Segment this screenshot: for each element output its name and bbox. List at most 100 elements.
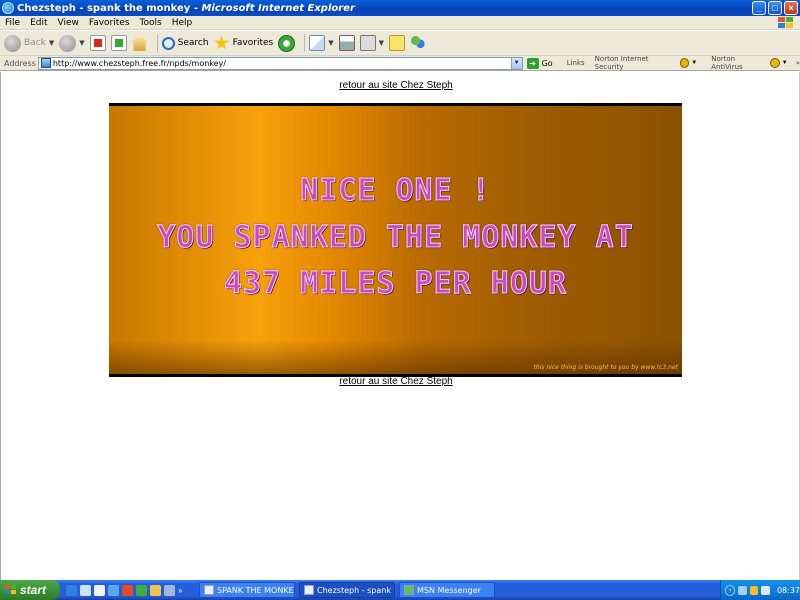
banner-line-2: YOU SPANKED THE MONKEY AT bbox=[157, 220, 634, 256]
start-label: start bbox=[20, 583, 47, 597]
menu-edit[interactable]: Edit bbox=[25, 18, 52, 28]
norton-tray-icon[interactable] bbox=[749, 585, 759, 595]
chevron-left-icon[interactable]: ‹ bbox=[725, 584, 736, 596]
refresh-icon bbox=[110, 35, 127, 51]
chevron-down-icon[interactable]: ▼ bbox=[510, 57, 522, 69]
internet-explorer-icon bbox=[2, 2, 14, 14]
mail-button[interactable]: ▼ bbox=[309, 35, 334, 51]
chevron-down-icon[interactable]: ▼ bbox=[379, 39, 384, 47]
menu-bar: File Edit View Favorites Tools Help bbox=[0, 16, 800, 30]
start-button[interactable]: start bbox=[0, 580, 60, 600]
star-icon bbox=[213, 35, 230, 50]
minimize-button[interactable]: _ bbox=[752, 1, 766, 15]
links-button[interactable]: Links bbox=[567, 59, 585, 67]
stop-button[interactable] bbox=[89, 35, 106, 51]
print-button[interactable] bbox=[338, 35, 355, 51]
windows-logo-icon bbox=[778, 17, 794, 29]
banner-background: NICE ONE ! YOU SPANKED THE MONKEY AT 437… bbox=[109, 106, 682, 374]
discuss-button[interactable] bbox=[389, 35, 405, 51]
window-titlebar[interactable]: Chezsteph - spank the monkey - Microsoft… bbox=[0, 0, 800, 16]
banner-credit: this nice thing is brought to you by www… bbox=[533, 364, 678, 371]
taskbar: start » SPANK THE MONKEY ... Chezsteph -… bbox=[0, 580, 800, 600]
ie-quicklaunch-icon[interactable] bbox=[66, 584, 77, 596]
back-arrow-icon bbox=[4, 34, 21, 52]
volume-tray-icon[interactable] bbox=[761, 585, 770, 595]
history-button[interactable] bbox=[278, 34, 296, 52]
taskbar-item-spank-the-monkey[interactable]: SPANK THE MONKEY ... bbox=[199, 582, 295, 598]
taskbar-item-chezsteph[interactable]: Chezsteph - spank th... bbox=[299, 582, 395, 598]
menu-view[interactable]: View bbox=[53, 18, 84, 28]
chevron-down-icon[interactable]: ▼ bbox=[79, 39, 84, 47]
toolbar-overflow-icon[interactable]: » bbox=[796, 59, 800, 67]
forward-button[interactable]: ▼ bbox=[59, 34, 85, 52]
go-label: Go bbox=[541, 58, 553, 68]
chevron-down-icon[interactable]: ▼ bbox=[782, 60, 788, 66]
search-button[interactable]: Search bbox=[161, 36, 209, 50]
edit-button[interactable]: ▼ bbox=[359, 35, 384, 51]
history-icon bbox=[278, 34, 296, 52]
search-label: Search bbox=[177, 38, 209, 48]
windows-logo-icon bbox=[5, 584, 17, 596]
refresh-button[interactable] bbox=[110, 35, 127, 51]
network-tray-icon[interactable] bbox=[738, 585, 747, 595]
desktop-quicklaunch-icon[interactable] bbox=[80, 584, 91, 596]
chevron-down-icon[interactable]: ▼ bbox=[49, 39, 54, 47]
page-viewport: retour au site Chez Steph NICE ONE ! YOU… bbox=[0, 72, 800, 580]
task-label: SPANK THE MONKEY ... bbox=[217, 585, 294, 595]
note-icon bbox=[389, 35, 405, 51]
banner-image: NICE ONE ! YOU SPANKED THE MONKEY AT 437… bbox=[109, 103, 682, 377]
favorites-button[interactable]: Favorites bbox=[213, 35, 273, 51]
back-button[interactable]: Back ▼ bbox=[4, 34, 54, 52]
toolbar-separator bbox=[156, 34, 158, 52]
search-icon bbox=[161, 36, 175, 50]
address-input[interactable]: http://www.chezsteph.free.fr/npds/monkey… bbox=[37, 56, 523, 70]
banner-line-3: 437 MILES PER HOUR bbox=[223, 266, 568, 302]
messenger-icon bbox=[404, 585, 414, 595]
messenger-quicklaunch-icon[interactable] bbox=[136, 584, 147, 596]
window-title: Chezsteph - spank the monkey - Microsoft… bbox=[17, 2, 355, 14]
chevron-down-icon[interactable]: ▼ bbox=[691, 60, 697, 66]
standard-toolbar: Back ▼ ▼ Search Favorites ▼ ▼ bbox=[0, 31, 800, 56]
menu-tools[interactable]: Tools bbox=[135, 18, 167, 28]
norton-internet-security-button[interactable]: Norton Internet Security bbox=[595, 55, 676, 71]
window-controls: _ □ × bbox=[752, 1, 798, 15]
window-icon bbox=[204, 585, 214, 595]
norton-antivirus-button[interactable]: Norton AntiVirus bbox=[711, 55, 766, 71]
mail-icon bbox=[309, 35, 326, 51]
address-url[interactable]: http://www.chezsteph.free.fr/npds/monkey… bbox=[53, 59, 226, 68]
media-quicklaunch-icon[interactable] bbox=[94, 584, 105, 596]
menu-file[interactable]: File bbox=[0, 18, 25, 28]
outlook-quicklaunch-icon[interactable] bbox=[108, 584, 119, 596]
stop-icon bbox=[89, 35, 106, 51]
folder-quicklaunch-icon[interactable] bbox=[150, 584, 161, 596]
home-button[interactable] bbox=[131, 35, 148, 51]
clock: 08:37 bbox=[776, 585, 800, 595]
back-to-site-link-bottom[interactable]: retour au site Chez Steph bbox=[1, 376, 791, 387]
go-button[interactable]: ➔ Go bbox=[526, 57, 553, 69]
banner-line-1: NICE ONE ! bbox=[300, 173, 491, 209]
page-icon bbox=[40, 58, 51, 68]
back-to-site-link-top[interactable]: retour au site Chez Steph bbox=[1, 80, 791, 91]
address-label: Address bbox=[4, 58, 36, 68]
maximize-button[interactable]: □ bbox=[768, 1, 782, 15]
taskbar-item-msn-messenger[interactable]: MSN Messenger bbox=[399, 582, 495, 598]
home-icon bbox=[131, 35, 148, 51]
messenger-button[interactable] bbox=[410, 35, 426, 51]
edit-page-icon bbox=[359, 35, 376, 51]
app-quicklaunch-icon[interactable] bbox=[164, 584, 175, 596]
messenger-icon bbox=[410, 35, 426, 51]
address-bar: Address http://www.chezsteph.free.fr/npd… bbox=[0, 55, 800, 71]
expand-quicklaunch-icon[interactable]: » bbox=[178, 585, 189, 596]
norton-icon bbox=[679, 58, 690, 68]
chat-quicklaunch-icon[interactable] bbox=[122, 584, 133, 596]
internet-explorer-icon bbox=[304, 585, 314, 595]
chevron-down-icon[interactable]: ▼ bbox=[328, 39, 333, 47]
task-label: Chezsteph - spank th... bbox=[317, 585, 394, 595]
menu-favorites[interactable]: Favorites bbox=[84, 18, 135, 28]
close-button[interactable]: × bbox=[784, 1, 798, 15]
menu-help[interactable]: Help bbox=[167, 18, 198, 28]
norton-antivirus-icon bbox=[770, 58, 780, 68]
go-arrow-icon: ➔ bbox=[526, 57, 539, 69]
system-tray: ‹ 08:37 bbox=[720, 580, 800, 600]
toolbar-separator bbox=[304, 34, 306, 52]
